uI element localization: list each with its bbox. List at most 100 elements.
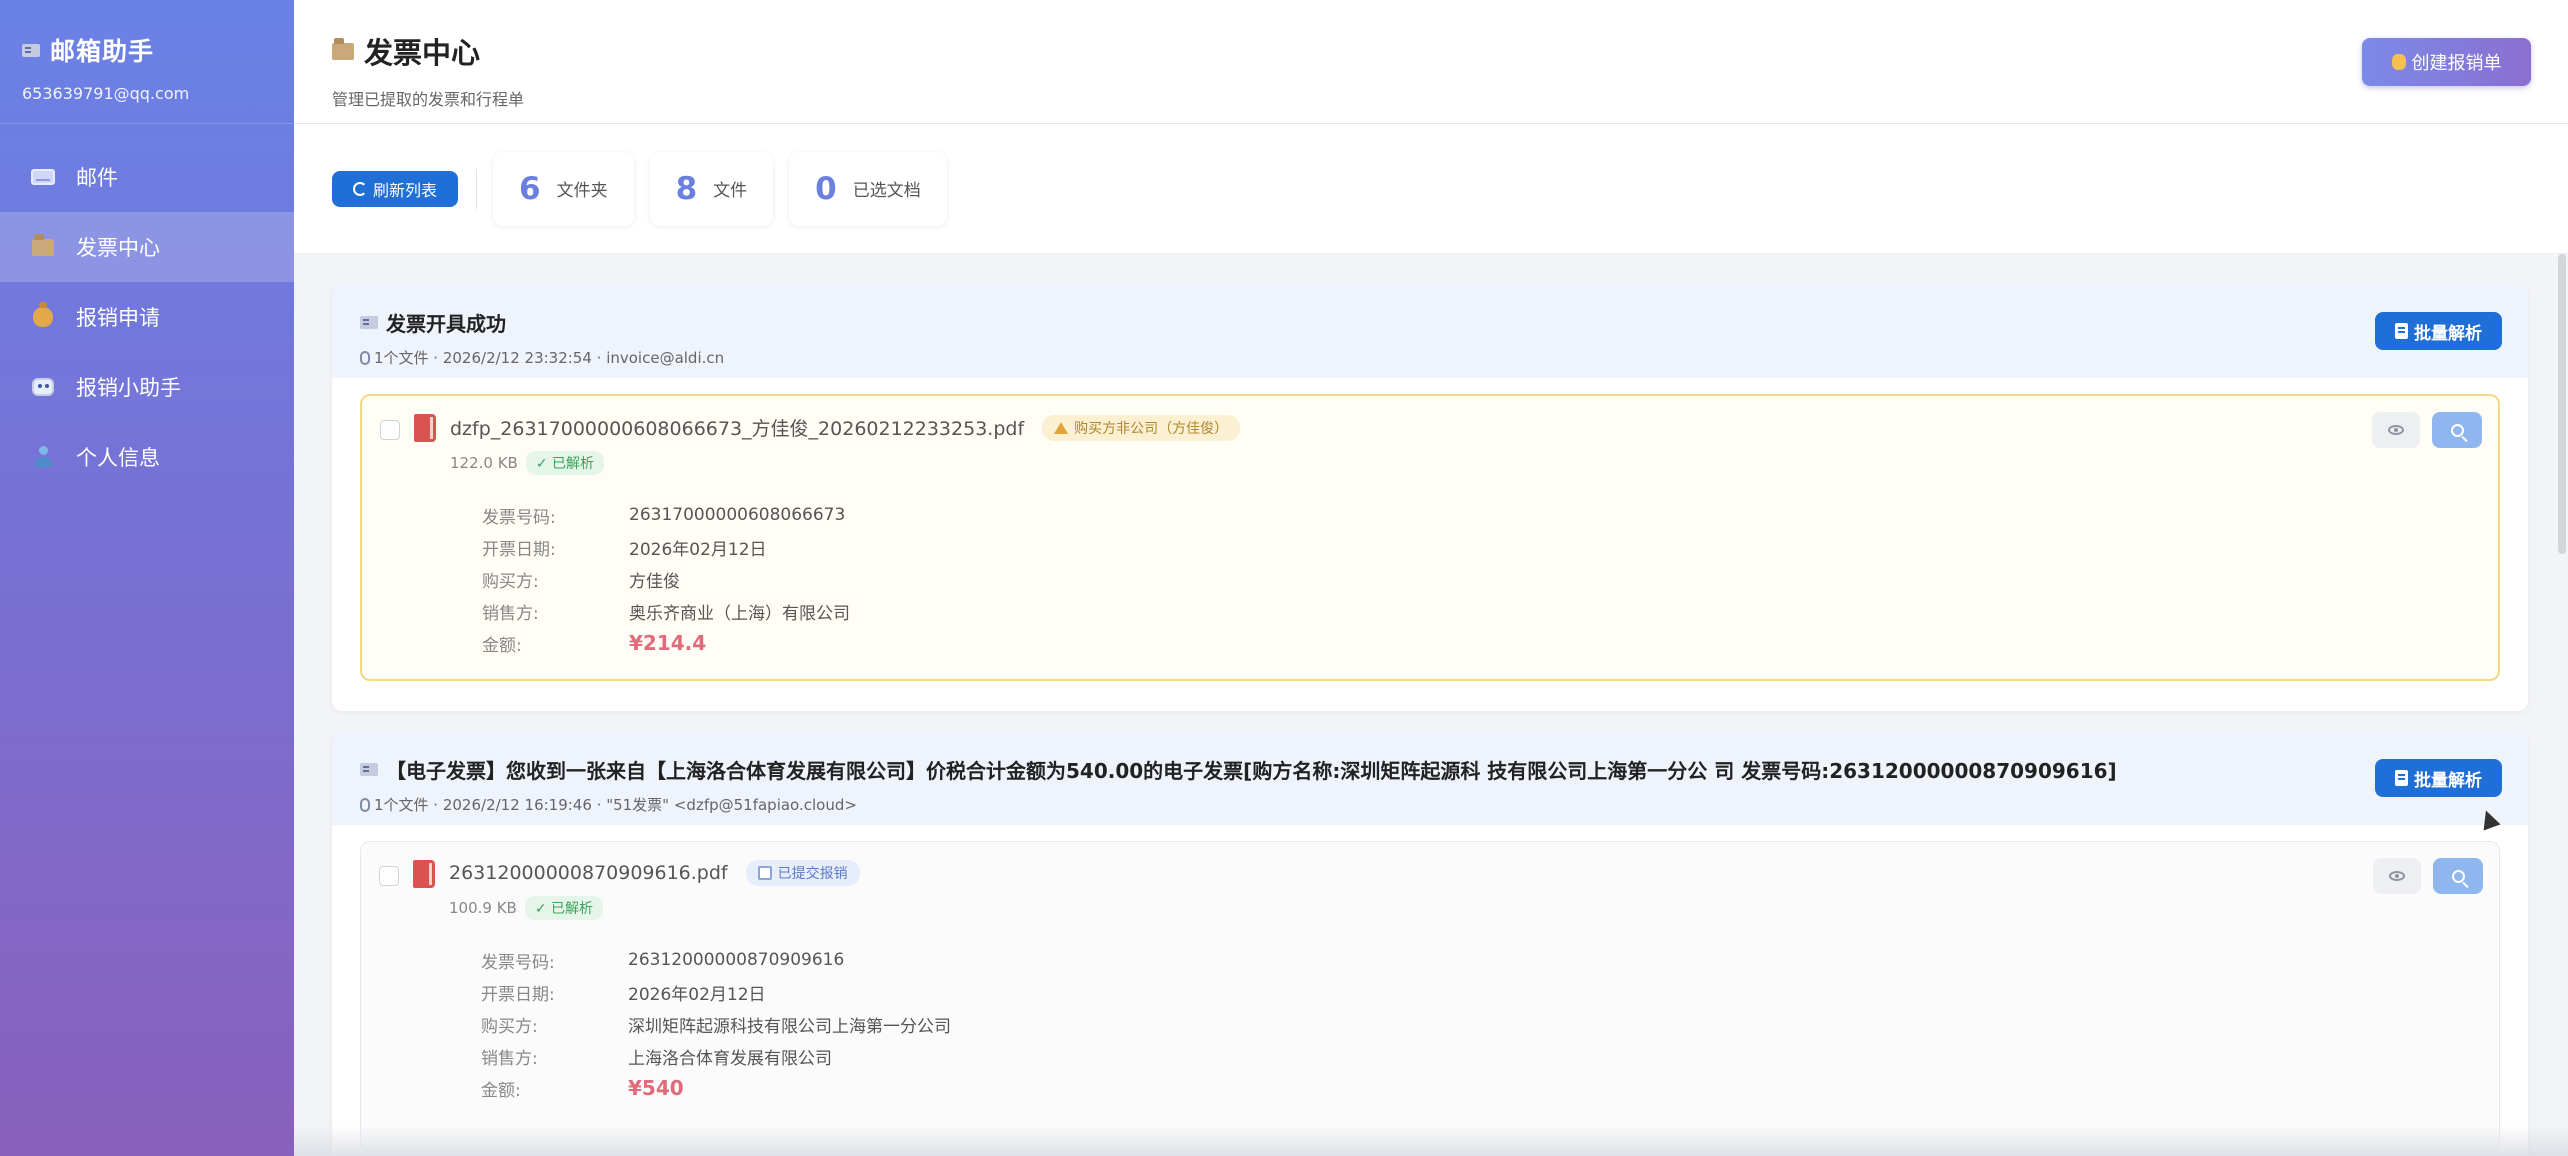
eye-icon bbox=[2388, 425, 2404, 435]
sidebar-item-profile[interactable]: 个人信息 bbox=[0, 422, 294, 492]
field-buyer: 购买方: 深圳矩阵起源科技有限公司上海第一分公司 bbox=[481, 1008, 2499, 1040]
brand-row: 邮箱助手 bbox=[22, 32, 272, 68]
invoice-checkbox[interactable] bbox=[379, 866, 399, 886]
stat-label: 文件 bbox=[713, 181, 748, 201]
scrollbar[interactable] bbox=[2558, 254, 2566, 554]
app-title: 邮箱助手 bbox=[50, 37, 155, 66]
field-issue-date: 开票日期: 2026年02月12日 bbox=[482, 531, 2498, 563]
warning-badge-text: 购买方非公司（方佳俊） bbox=[1074, 420, 1229, 437]
bottom-fade bbox=[294, 1126, 2568, 1156]
invoice-file-name[interactable]: dzfp_26317000000608066673_方佳俊_2026021223… bbox=[450, 414, 1024, 441]
search-icon bbox=[2451, 869, 2465, 883]
money-bag-icon bbox=[2391, 54, 2406, 70]
create-reimbursement-button[interactable]: 创建报销单 bbox=[2362, 38, 2531, 86]
invoice-card-top: dzfp_26317000000608066673_方佳俊_2026021223… bbox=[380, 414, 2498, 475]
folder-icon bbox=[32, 233, 54, 256]
email-group-header: 【电子发票】您收到一张来自【上海洛合体育发展有限公司】价税合计金额为540.00… bbox=[332, 731, 2528, 825]
field-value: 2026年02月12日 bbox=[629, 539, 767, 560]
toolbar-divider bbox=[476, 168, 477, 209]
pdf-file-icon bbox=[414, 414, 436, 442]
batch-parse-label: 批量解析 bbox=[2414, 323, 2482, 343]
field-value: 26317000000608066673 bbox=[629, 505, 846, 525]
page-header: 发票中心 管理已提取的发票和行程单 创建报销单 bbox=[294, 0, 2568, 124]
sidebar-item-label: 报销申请 bbox=[76, 306, 160, 330]
email-meta: 1个文件 · 2026/2/12 16:19:46 · "51发票" <dzfp… bbox=[360, 794, 2498, 815]
invoice-actions bbox=[2372, 412, 2482, 448]
invoice-card-top: 26312000000870909616.pdf 已提交报销 100.9 KB … bbox=[379, 860, 2499, 920]
paperclip-icon bbox=[360, 350, 370, 365]
batch-parse-button[interactable]: 批量解析 bbox=[2375, 312, 2502, 350]
parse-button[interactable] bbox=[2432, 412, 2482, 448]
invoice-size-row: 122.0 KB ✓ 已解析 bbox=[450, 451, 1240, 475]
user-icon bbox=[33, 446, 53, 468]
parsed-badge: ✓ 已解析 bbox=[525, 451, 605, 475]
pdf-file-icon bbox=[413, 860, 435, 888]
field-invoice-number: 发票号码: 26312000000870909616 bbox=[481, 944, 2499, 976]
paperclip-icon bbox=[360, 797, 370, 812]
document-icon bbox=[2395, 323, 2408, 339]
sidebar-item-label: 发票中心 bbox=[76, 236, 160, 260]
nav-icon-wrap bbox=[30, 444, 56, 470]
refresh-list-button[interactable]: 刷新列表 bbox=[332, 170, 458, 207]
robot-icon bbox=[32, 378, 54, 396]
invoice-card: 26312000000870909616.pdf 已提交报销 100.9 KB … bbox=[360, 841, 2500, 1151]
field-label: 销售方: bbox=[481, 1048, 538, 1069]
page-title-text: 发票中心 bbox=[364, 36, 481, 70]
preview-button[interactable] bbox=[2373, 858, 2421, 894]
field-value: 方佳俊 bbox=[629, 571, 680, 592]
field-issue-date: 开票日期: 2026年02月12日 bbox=[481, 976, 2499, 1008]
file-size: 122.0 KB bbox=[450, 454, 518, 472]
stat-value: 6 bbox=[519, 170, 541, 207]
email-subject: 【电子发票】您收到一张来自【上海洛合体育发展有限公司】价税合计金额为540.00… bbox=[360, 755, 2498, 784]
sidebar-item-assistant[interactable]: 报销小助手 bbox=[0, 352, 294, 422]
stat-value: 8 bbox=[675, 170, 698, 207]
parsed-badge: ✓ 已解析 bbox=[524, 896, 604, 920]
nav-icon-wrap bbox=[30, 302, 56, 330]
invoice-file-info: 26312000000870909616.pdf 已提交报销 100.9 KB … bbox=[449, 860, 860, 920]
invoice-file-name[interactable]: 26312000000870909616.pdf bbox=[449, 862, 728, 884]
field-label: 金额: bbox=[481, 1080, 521, 1101]
invoice-fields: 发票号码: 26317000000608066673 开票日期: 2026年02… bbox=[482, 499, 2498, 659]
nav-icon-wrap bbox=[30, 374, 56, 400]
field-value: 深圳矩阵起源科技有限公司上海第一分公司 bbox=[628, 1016, 951, 1037]
refresh-icon bbox=[352, 181, 367, 196]
field-label: 金额: bbox=[482, 635, 522, 656]
sidebar-item-mail[interactable]: 邮件 bbox=[0, 142, 294, 212]
field-value: 26312000000870909616 bbox=[628, 950, 845, 970]
sidebar-item-reimbursement[interactable]: 报销申请 bbox=[0, 282, 294, 352]
stat-selected: 0 已选文档 bbox=[789, 151, 947, 226]
field-value: 2026年02月12日 bbox=[628, 984, 766, 1005]
email-group: 发票开具成功 1个文件 · 2026/2/12 23:32:54 · invoi… bbox=[332, 284, 2528, 711]
preview-button[interactable] bbox=[2372, 412, 2420, 448]
invoice-file-row: dzfp_26317000000608066673_方佳俊_2026021223… bbox=[450, 414, 1241, 441]
id-card-icon bbox=[22, 43, 40, 57]
sidebar-item-label: 个人信息 bbox=[76, 446, 160, 470]
email-subject-text: 发票开具成功 bbox=[386, 312, 506, 336]
field-amount: 金额: ¥214.4 bbox=[482, 627, 2498, 659]
batch-parse-button[interactable]: 批量解析 bbox=[2375, 759, 2502, 797]
main-area: 发票中心 管理已提取的发票和行程单 创建报销单 刷新列表 6 文件夹 8 文件 bbox=[294, 0, 2568, 1156]
account-email: 653639791@qq.com bbox=[22, 84, 190, 103]
submitted-badge: 已提交报销 bbox=[745, 860, 860, 886]
field-label: 购买方: bbox=[481, 1016, 538, 1037]
warning-icon bbox=[1054, 421, 1069, 434]
sidebar-nav: 邮件 发票中心 报销申请 报销小助手 个人信息 bbox=[0, 142, 294, 492]
stat-folders: 6 文件夹 bbox=[493, 151, 634, 226]
email-meta-text: 1个文件 · 2026/2/12 23:32:54 · invoice@aldi… bbox=[374, 349, 725, 367]
app: 邮箱助手 653639791@qq.com 邮件 发票中心 报销申请 报销小助手 bbox=[0, 0, 2568, 1156]
field-value: ¥540 bbox=[628, 1076, 684, 1100]
id-card-icon bbox=[360, 763, 378, 776]
sidebar-item-invoice-center[interactable]: 发票中心 bbox=[0, 212, 294, 282]
email-group-body: dzfp_26317000000608066673_方佳俊_2026021223… bbox=[332, 378, 2528, 711]
invoice-file-row: 26312000000870909616.pdf 已提交报销 bbox=[449, 860, 860, 886]
field-invoice-number: 发票号码: 26317000000608066673 bbox=[482, 499, 2498, 531]
page-subtitle: 管理已提取的发票和行程单 bbox=[332, 90, 525, 109]
parse-button[interactable] bbox=[2433, 858, 2483, 894]
sidebar-item-label: 报销小助手 bbox=[76, 376, 181, 400]
nav-icon-wrap bbox=[30, 233, 56, 260]
nav-icon-wrap bbox=[30, 164, 56, 190]
money-bag-icon bbox=[33, 302, 53, 327]
invoice-checkbox[interactable] bbox=[380, 420, 400, 440]
file-size: 100.9 KB bbox=[449, 899, 517, 917]
field-label: 销售方: bbox=[482, 603, 539, 624]
